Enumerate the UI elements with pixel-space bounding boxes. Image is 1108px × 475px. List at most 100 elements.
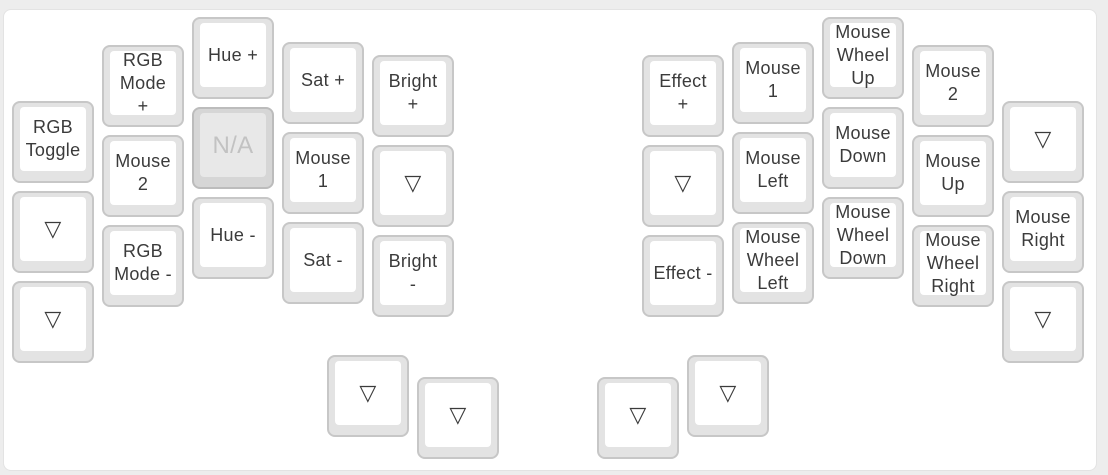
key-label: Mouse Down xyxy=(835,123,891,166)
key-left-11[interactable]: Mouse 1 xyxy=(282,132,364,214)
key-label: ▽ xyxy=(44,216,62,241)
key-right-3[interactable]: Effect - xyxy=(642,235,724,317)
key-label: Bright + xyxy=(388,71,438,114)
key-left-thumb-2[interactable]: ▽ xyxy=(417,377,499,459)
key-label: Effect + xyxy=(659,71,707,114)
key-right-12[interactable]: Mouse Wheel Right xyxy=(912,225,994,307)
key-face: Effect - xyxy=(650,241,716,305)
key-face: Hue - xyxy=(200,203,266,267)
key-label: RGB Mode - xyxy=(114,241,172,284)
key-right-5[interactable]: Mouse Left xyxy=(732,132,814,214)
key-face: Bright + xyxy=(380,61,446,125)
key-label: N/A xyxy=(212,131,254,159)
key-face: ▽ xyxy=(650,151,716,215)
key-face: Mouse Left xyxy=(740,138,806,202)
key-left-15[interactable]: Bright - xyxy=(372,235,454,317)
key-face: ▽ xyxy=(425,383,491,447)
key-left-5[interactable]: Mouse 2 xyxy=(102,135,184,217)
key-face: Effect + xyxy=(650,61,716,125)
key-label: Mouse Wheel Right xyxy=(925,229,981,296)
key-right-8[interactable]: Mouse Down xyxy=(822,107,904,189)
key-face: ▽ xyxy=(605,383,671,447)
key-right-15[interactable]: ▽ xyxy=(1002,281,1084,363)
key-left-8-disabled[interactable]: N/A xyxy=(192,107,274,189)
key-right-1[interactable]: Effect + xyxy=(642,55,724,137)
key-face: Hue + xyxy=(200,23,266,87)
key-label: ▽ xyxy=(1034,306,1052,331)
key-face: Mouse Wheel Down xyxy=(830,201,896,268)
key-face: Mouse Wheel Right xyxy=(920,229,986,296)
key-label: Hue + xyxy=(207,44,259,65)
key-left-9[interactable]: Hue - xyxy=(192,197,274,279)
key-label: Mouse 1 xyxy=(295,148,351,191)
key-right-14[interactable]: Mouse Right xyxy=(1002,191,1084,273)
key-right-11[interactable]: Mouse Up xyxy=(912,135,994,217)
key-right-2[interactable]: ▽ xyxy=(642,145,724,227)
key-label: Sat + xyxy=(300,69,346,90)
key-face: Bright - xyxy=(380,241,446,305)
key-face: ▽ xyxy=(1010,287,1076,351)
key-left-12[interactable]: Sat - xyxy=(282,222,364,304)
key-face: Sat + xyxy=(290,48,356,112)
key-label: ▽ xyxy=(359,380,377,405)
key-right-6[interactable]: Mouse Wheel Left xyxy=(732,222,814,304)
key-right-thumb-1[interactable]: ▽ xyxy=(597,377,679,459)
key-right-13[interactable]: ▽ xyxy=(1002,101,1084,183)
key-right-4[interactable]: Mouse 1 xyxy=(732,42,814,124)
key-left-thumb-1[interactable]: ▽ xyxy=(327,355,409,437)
key-right-10[interactable]: Mouse 2 xyxy=(912,45,994,127)
key-face: RGB Toggle xyxy=(20,107,86,171)
key-left-6[interactable]: RGB Mode - xyxy=(102,225,184,307)
key-left-13[interactable]: Bright + xyxy=(372,55,454,137)
key-label: Mouse Left xyxy=(745,148,801,191)
key-label: Mouse 2 xyxy=(115,151,171,194)
key-face: ▽ xyxy=(20,287,86,351)
key-left-7[interactable]: Hue + xyxy=(192,17,274,99)
key-left-1[interactable]: RGB Toggle xyxy=(12,101,94,183)
key-face: ▽ xyxy=(335,361,401,425)
key-right-7[interactable]: Mouse Wheel Up xyxy=(822,17,904,99)
key-face: Sat - xyxy=(290,228,356,292)
key-label: Mouse Right xyxy=(1015,207,1071,250)
key-label: ▽ xyxy=(719,380,737,405)
key-left-10[interactable]: Sat + xyxy=(282,42,364,124)
key-face: ▽ xyxy=(380,151,446,215)
key-face: Mouse 2 xyxy=(110,141,176,205)
key-label: ▽ xyxy=(449,402,467,427)
key-label: Mouse Wheel Down xyxy=(835,201,891,268)
key-right-9[interactable]: Mouse Wheel Down xyxy=(822,197,904,279)
key-left-14[interactable]: ▽ xyxy=(372,145,454,227)
key-face: ▽ xyxy=(695,361,761,425)
key-face: RGB Mode + xyxy=(110,49,176,116)
key-label: Mouse Wheel Up xyxy=(835,21,891,88)
key-label: Sat - xyxy=(303,249,343,270)
key-label: Mouse 2 xyxy=(925,61,981,104)
key-face: ▽ xyxy=(1010,107,1076,171)
key-left-4[interactable]: RGB Mode + xyxy=(102,45,184,127)
key-label: Mouse Up xyxy=(925,151,981,194)
key-right-thumb-2[interactable]: ▽ xyxy=(687,355,769,437)
key-label: ▽ xyxy=(404,170,422,195)
key-label: ▽ xyxy=(674,170,692,195)
key-face: RGB Mode - xyxy=(110,231,176,295)
key-left-2[interactable]: ▽ xyxy=(12,191,94,273)
key-face: Mouse 1 xyxy=(290,138,356,202)
key-face: Mouse Right xyxy=(1010,197,1076,261)
key-left-3[interactable]: ▽ xyxy=(12,281,94,363)
key-face: N/A xyxy=(200,113,266,177)
key-label: ▽ xyxy=(1034,126,1052,151)
key-label: Mouse 1 xyxy=(745,58,801,101)
key-label: ▽ xyxy=(629,402,647,427)
key-face: Mouse Up xyxy=(920,141,986,205)
key-face: Mouse 1 xyxy=(740,48,806,112)
key-face: Mouse 2 xyxy=(920,51,986,115)
key-label: Mouse Wheel Left xyxy=(745,226,801,293)
key-face: Mouse Wheel Up xyxy=(830,21,896,88)
key-face: Mouse Down xyxy=(830,113,896,177)
key-label: RGB Mode + xyxy=(119,49,167,116)
key-face: Mouse Wheel Left xyxy=(740,226,806,293)
key-face: ▽ xyxy=(20,197,86,261)
key-label: Effect - xyxy=(653,262,713,283)
key-label: RGB Toggle xyxy=(25,117,81,160)
key-label: ▽ xyxy=(44,306,62,331)
